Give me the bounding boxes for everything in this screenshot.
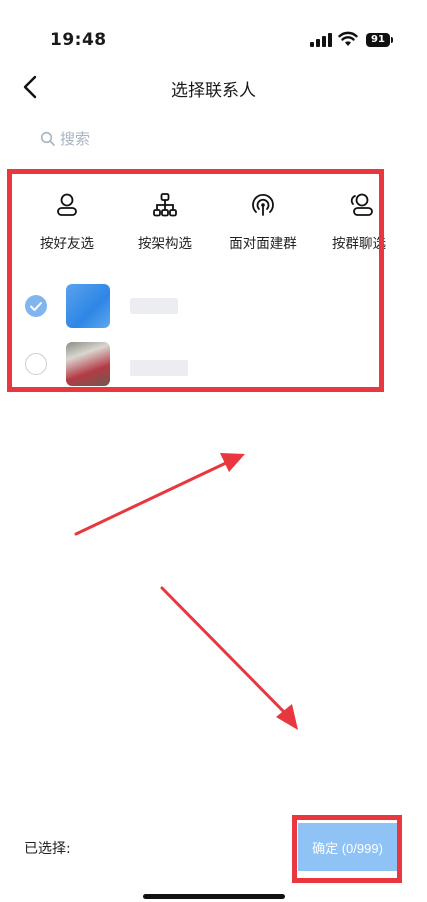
annotation-arrow-up	[74, 453, 245, 536]
home-indicator	[143, 894, 285, 899]
selected-count-label: 已选择:	[24, 841, 71, 857]
annotation-arrows	[74, 453, 298, 730]
confirm-button[interactable]: 确定 (0/999)	[298, 823, 397, 871]
annotation-arrow-down	[160, 586, 298, 730]
